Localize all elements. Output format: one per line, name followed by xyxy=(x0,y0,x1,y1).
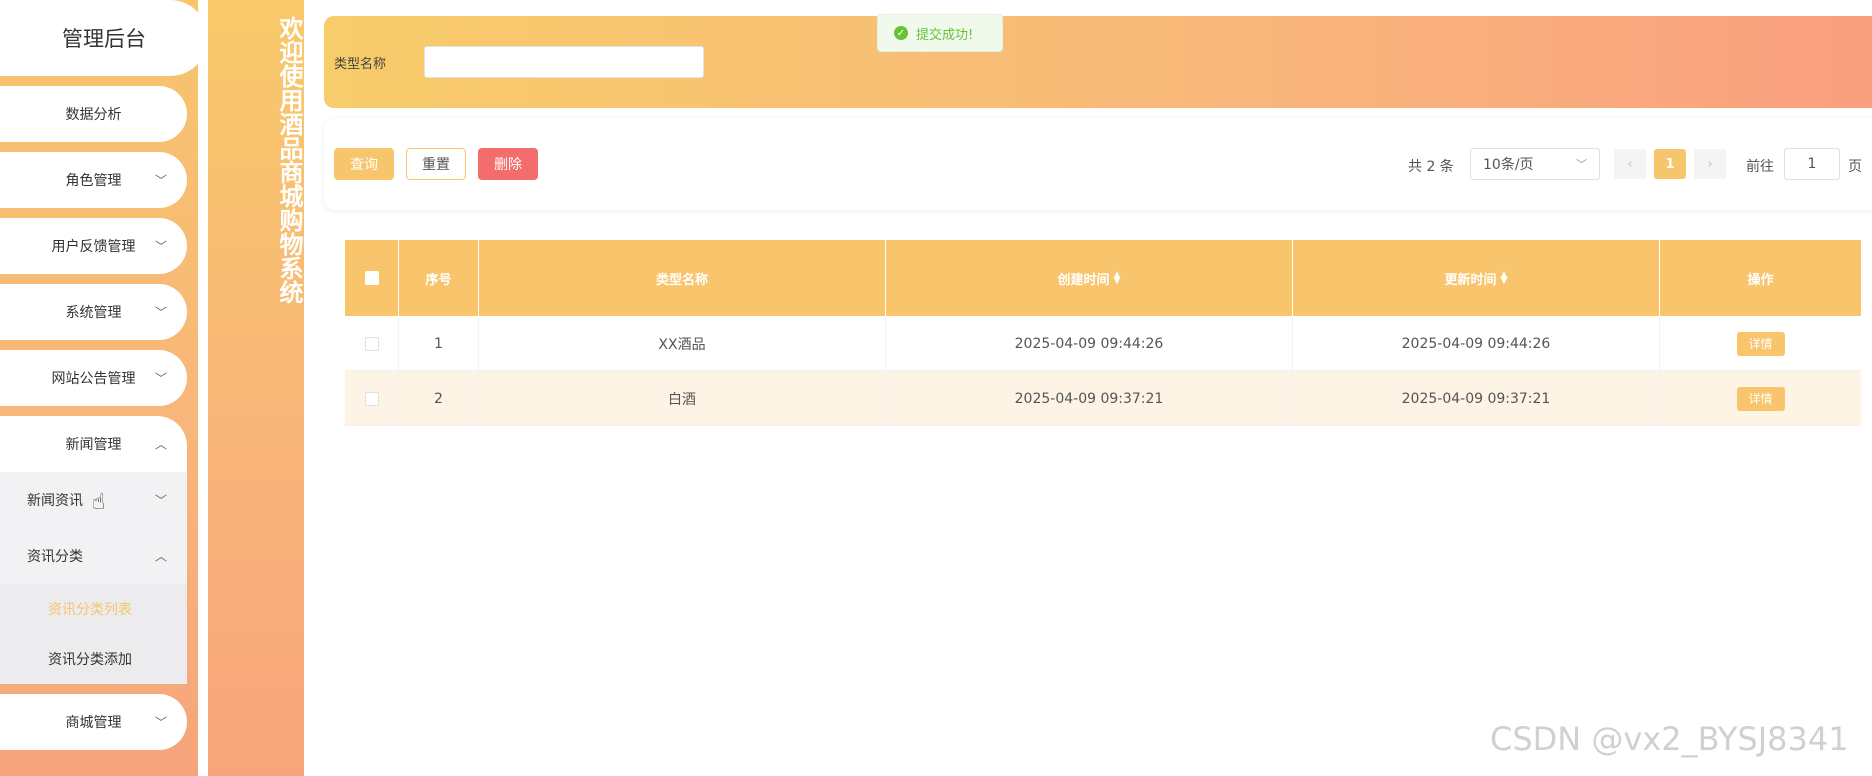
chevron-right-icon: › xyxy=(1707,156,1713,172)
sidebar-leaf-category-add[interactable]: 资讯分类添加 xyxy=(0,634,187,684)
page-number-button[interactable]: 1 xyxy=(1654,149,1686,179)
sidebar-item-label: 用户反馈管理 xyxy=(51,239,136,255)
goto-label: 前往 xyxy=(1746,159,1774,175)
column-header-sortable[interactable]: 更新时间 ▲ ▼ xyxy=(1293,240,1660,316)
sidebar-item-news-management[interactable]: 新闻管理 ︿ xyxy=(0,416,187,472)
sidebar-item-system-management[interactable]: 系统管理 ﹀ xyxy=(0,284,187,340)
chevron-up-icon: ︿ xyxy=(154,549,167,564)
cell-no: 1 xyxy=(399,316,479,371)
type-name-input[interactable] xyxy=(424,46,704,78)
detail-button[interactable]: 详情 xyxy=(1736,331,1785,356)
sidebar-subitem-category[interactable]: 资讯分类 ︿ xyxy=(0,528,187,584)
sidebar-item-label: 网站公告管理 xyxy=(51,371,136,387)
sidebar-item-label: 资讯分类 xyxy=(27,549,83,565)
page-unit-label: 页 xyxy=(1848,159,1862,175)
toolbar: 查询 重置 删除 共 2 条 10条/页 ﹀ ‹ 1 › 前往 1 页 xyxy=(324,118,1872,210)
toast-text: 提交成功! xyxy=(916,27,974,43)
sidebar-item-label: 新闻管理 xyxy=(65,437,122,453)
column-header-label: 创建时间 xyxy=(1057,272,1110,288)
cell-name: XX酒品 xyxy=(479,316,886,371)
chevron-down-icon: ﹀ xyxy=(1576,158,1587,171)
row-checkbox[interactable] xyxy=(364,391,379,406)
table-row: 2 白酒 2025-04-09 09:37:21 2025-04-09 09:3… xyxy=(345,371,1861,426)
table-header: 序号 类型名称 创建时间 ▲ ▼ 更新时间 ▲ ▼ 操作 xyxy=(345,240,1861,316)
page-size-value: 10条/页 xyxy=(1483,157,1534,173)
search-label: 类型名称 xyxy=(334,57,387,72)
goto-page-input[interactable]: 1 xyxy=(1784,148,1840,180)
chevron-left-icon: ‹ xyxy=(1627,156,1633,172)
sidebar-item-label: 数据分析 xyxy=(65,107,122,123)
sidebar-item-data-analysis[interactable]: 数据分析 xyxy=(0,86,187,142)
sidebar-title: 管理后台 xyxy=(0,0,208,76)
welcome-text: 欢迎使用酒品商城购物系统 xyxy=(275,16,303,304)
chevron-down-icon: ﹀ xyxy=(154,239,167,254)
chevron-up-icon: ︿ xyxy=(154,437,167,452)
data-table: 序号 类型名称 创建时间 ▲ ▼ 更新时间 ▲ ▼ 操作 1 XX酒品 2025-0… xyxy=(345,240,1861,426)
hand-pointer-icon: ☝ xyxy=(92,490,106,515)
select-all-cell xyxy=(345,240,399,316)
pager-total: 共 2 条 xyxy=(1408,159,1454,175)
sidebar-item-feedback-management[interactable]: 用户反馈管理 ﹀ xyxy=(0,218,187,274)
cell-action: 详情 xyxy=(1660,371,1861,426)
column-header: 操作 xyxy=(1747,272,1774,288)
watermark: CSDN @vx2_BYSJ8341 xyxy=(1490,720,1849,758)
sidebar-item-label: 资讯分类添加 xyxy=(48,652,132,668)
chevron-down-icon: ﹀ xyxy=(154,371,167,386)
success-toast: ✓ 提交成功! xyxy=(877,14,1003,52)
sidebar-leaf-category-list[interactable]: 资讯分类列表 xyxy=(0,584,187,634)
row-checkbox[interactable] xyxy=(364,336,379,351)
prev-page-button[interactable]: ‹ xyxy=(1614,149,1646,179)
sort-icon: ▲ ▼ xyxy=(1113,270,1121,286)
next-page-button[interactable]: › xyxy=(1694,149,1726,179)
sidebar-item-label: 新闻资讯 xyxy=(27,493,83,509)
sidebar-item-label: 角色管理 xyxy=(65,173,122,189)
select-all-checkbox[interactable] xyxy=(364,271,379,285)
sort-icon: ▲ ▼ xyxy=(1500,270,1508,286)
search-panel: 类型名称 xyxy=(324,16,1872,108)
sidebar-item-announcement-management[interactable]: 网站公告管理 ﹀ xyxy=(0,350,187,406)
column-header: 类型名称 xyxy=(479,240,886,316)
chevron-down-icon: ﹀ xyxy=(154,173,167,188)
column-header: 序号 xyxy=(399,240,479,316)
chevron-down-icon: ﹀ xyxy=(154,305,167,320)
cell-updated: 2025-04-09 09:37:21 xyxy=(1293,371,1660,426)
sidebar-item-label: 商城管理 xyxy=(65,715,122,731)
check-circle-icon: ✓ xyxy=(894,26,908,40)
cell-name: 白酒 xyxy=(479,371,886,426)
cell-no: 2 xyxy=(399,371,479,426)
cell-action: 详情 xyxy=(1660,316,1861,371)
query-button[interactable]: 查询 xyxy=(334,148,394,180)
row-select-cell xyxy=(345,316,399,371)
chevron-down-icon: ﹀ xyxy=(154,715,167,730)
cell-created: 2025-04-09 09:37:21 xyxy=(886,371,1293,426)
column-header-sortable[interactable]: 创建时间 ▲ ▼ xyxy=(886,240,1293,316)
row-select-cell xyxy=(345,371,399,426)
cell-created: 2025-04-09 09:44:26 xyxy=(886,316,1293,371)
reset-button[interactable]: 重置 xyxy=(406,148,466,180)
sidebar-item-label: 资讯分类列表 xyxy=(48,602,132,618)
detail-button[interactable]: 详情 xyxy=(1736,386,1785,411)
column-header-label: 更新时间 xyxy=(1444,272,1497,288)
sidebar: 管理后台 数据分析 角色管理 ﹀ 用户反馈管理 ﹀ 系统管理 ﹀ 网站公告管理 … xyxy=(0,0,208,776)
chevron-down-icon: ﹀ xyxy=(154,493,167,508)
page-size-select[interactable]: 10条/页 ﹀ xyxy=(1470,148,1600,180)
sidebar-item-role-management[interactable]: 角色管理 ﹀ xyxy=(0,152,187,208)
table-row: 1 XX酒品 2025-04-09 09:44:26 2025-04-09 09… xyxy=(345,316,1861,371)
delete-button[interactable]: 删除 xyxy=(478,148,538,180)
welcome-banner: 欢迎使用酒品商城购物系统 xyxy=(208,0,304,776)
sidebar-item-label: 系统管理 xyxy=(65,305,122,321)
sidebar-item-shop-management[interactable]: 商城管理 ﹀ xyxy=(0,694,187,750)
cell-updated: 2025-04-09 09:44:26 xyxy=(1293,316,1660,371)
